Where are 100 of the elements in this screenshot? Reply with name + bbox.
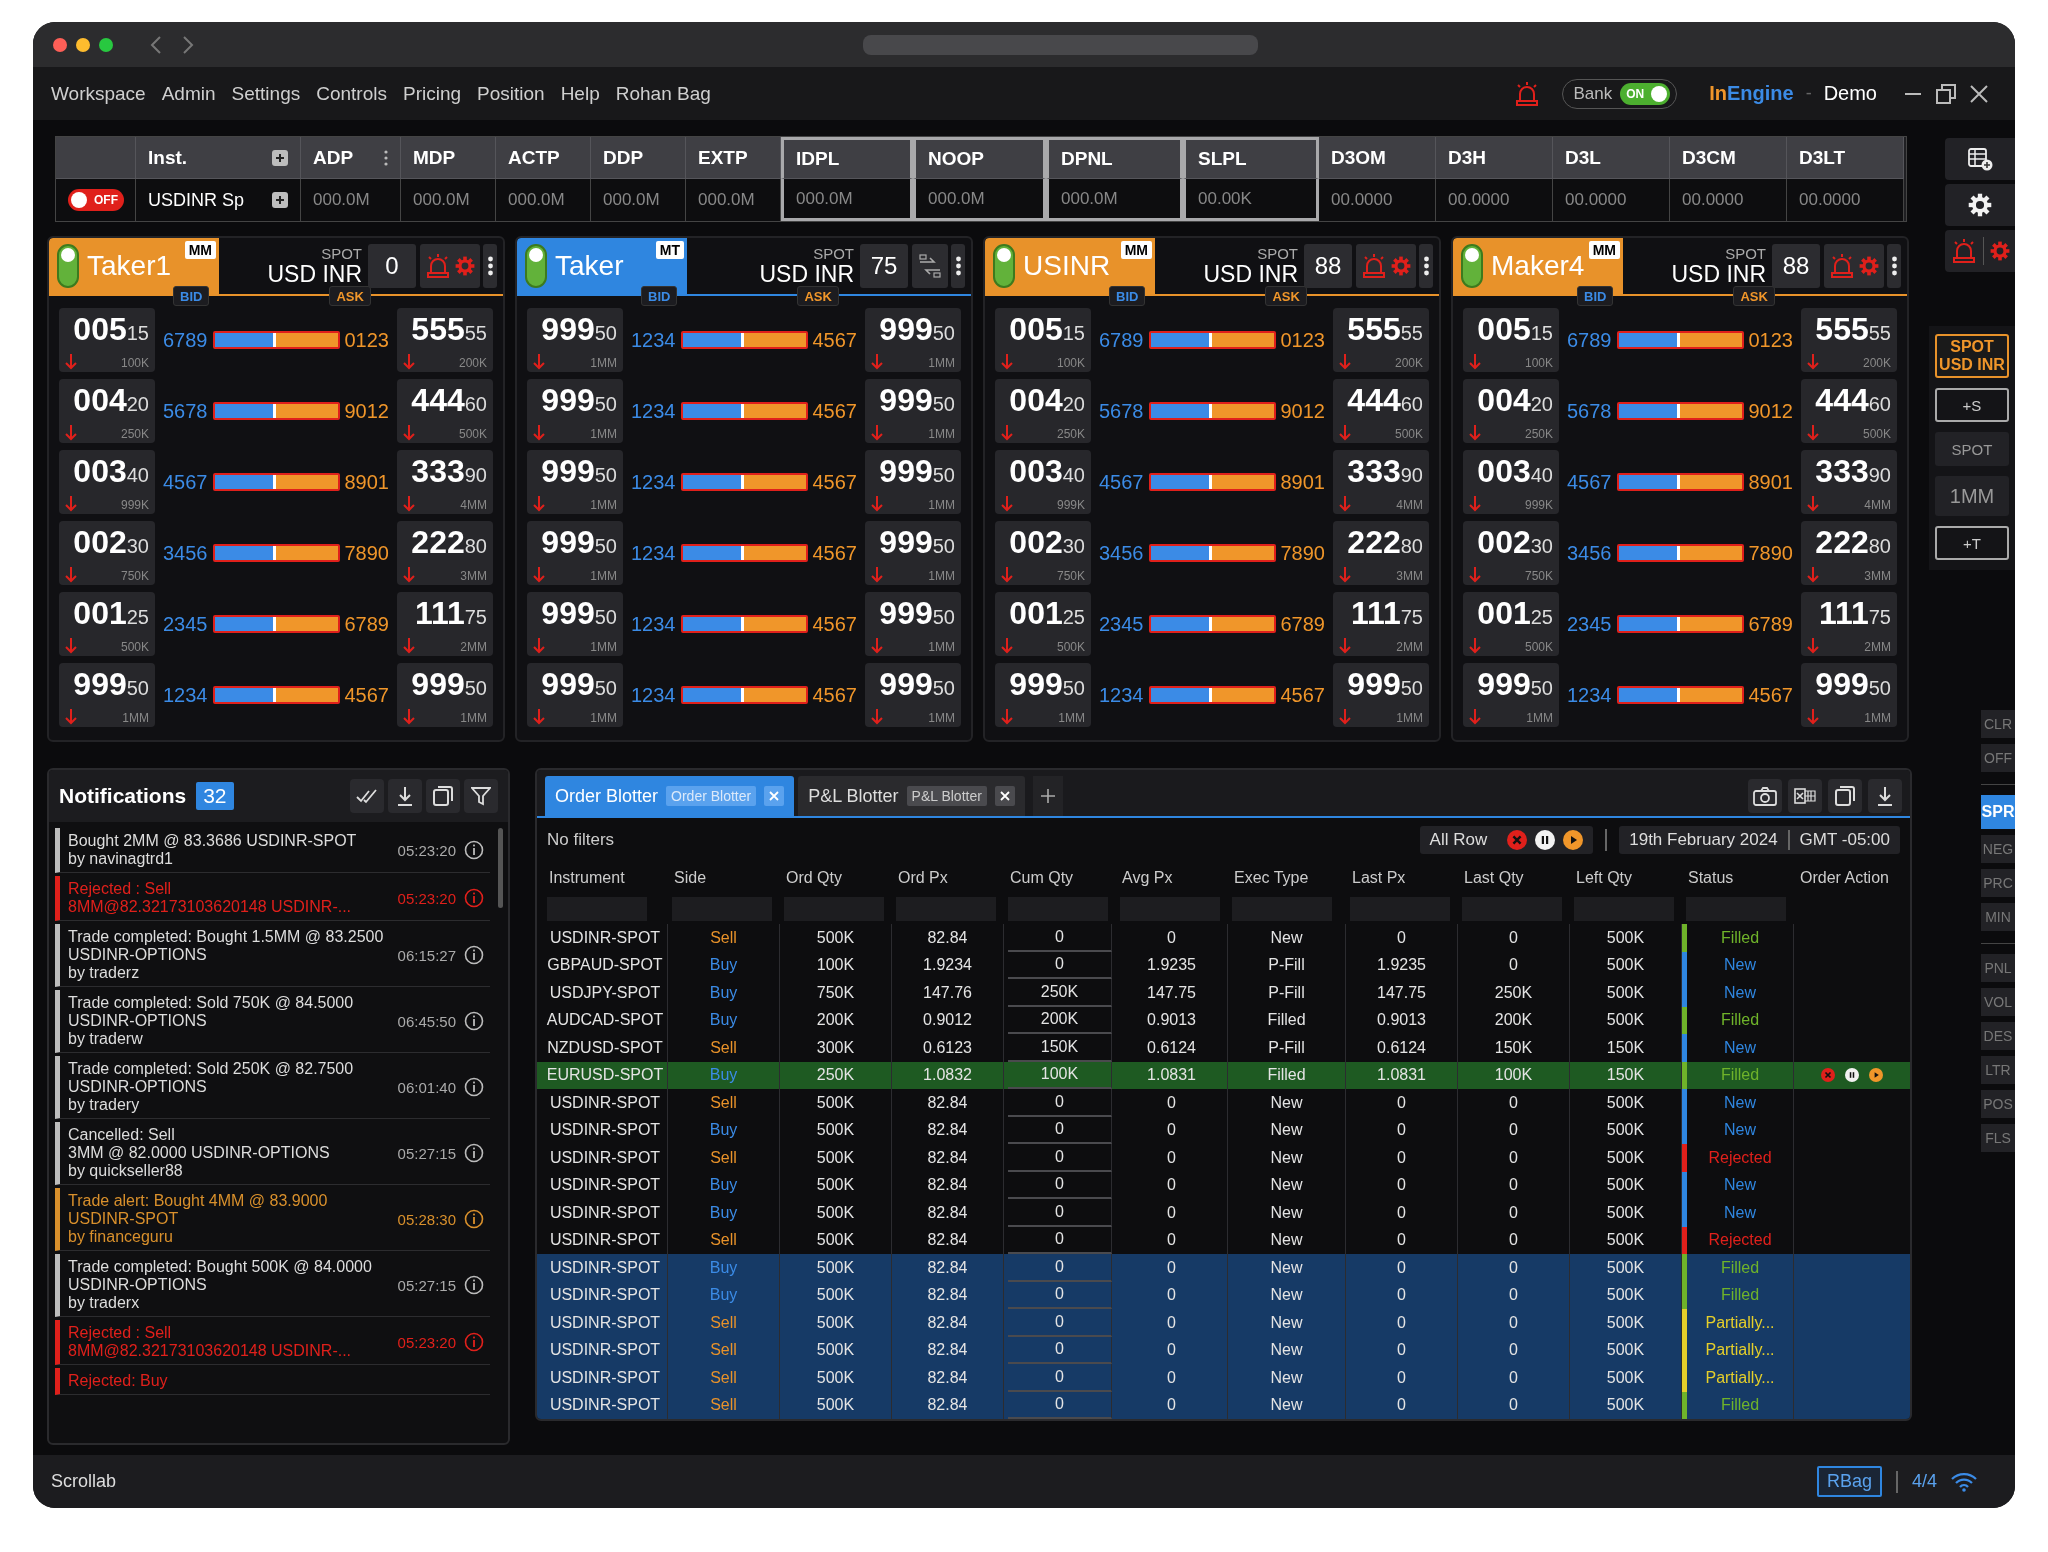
quote-card[interactable]: 11175 2MM <box>397 592 493 656</box>
info-icon[interactable] <box>464 1143 484 1163</box>
notification-item[interactable]: Rejected : Sell 8MM@82.32173103620148 USDINR-... 05:23:20 <box>55 1320 490 1365</box>
column-header[interactable]: ACTP <box>496 137 591 179</box>
more-button[interactable] <box>1887 244 1901 288</box>
notification-item[interactable]: Cancelled: Sell 3MM @ 82.0000 USDINR-OPTIONS by quickseller88 05:27:15 <box>55 1122 490 1185</box>
info-icon[interactable] <box>464 840 484 860</box>
quantity-field[interactable]: 75 <box>860 244 908 288</box>
forward-icon[interactable] <box>182 34 194 55</box>
column-header[interactable]: D3OM <box>1319 137 1436 179</box>
play-icon[interactable] <box>1563 830 1584 850</box>
pause-icon[interactable] <box>1535 830 1556 850</box>
notification-item[interactable]: Rejected : Sell 8MM@82.32173103620148 USDINR-... 05:23:20 <box>55 876 490 921</box>
table-row[interactable]: USDINR-SPOT Sell 500K 82.84 0 0 New 0 0 500K Rejected <box>537 1144 1910 1172</box>
settings-button[interactable] <box>1945 184 2015 226</box>
quote-card[interactable]: 99950 1MM <box>865 663 961 727</box>
side-button[interactable]: NEG <box>1981 835 2015 863</box>
quote-card[interactable]: 99950 1MM <box>397 663 493 727</box>
table-row[interactable]: USDINR-SPOT Buy 500K 82.84 0 0 New 0 0 500K Filled <box>537 1281 1910 1309</box>
table-row[interactable]: USDINR-SPOT Buy 500K 82.84 0 0 New 0 0 500K Filled <box>537 1254 1910 1282</box>
info-icon[interactable] <box>464 1275 484 1295</box>
menu-item[interactable]: Controls <box>308 82 395 105</box>
quantity-field[interactable]: 88 <box>1304 244 1352 288</box>
table-row[interactable]: GBPAUD-SPOT Buy 100K 1.9234 0 1.9235 P-Fill 1.9235 0 500K New <box>537 951 1910 979</box>
add-icon[interactable] <box>272 149 288 166</box>
quote-card[interactable]: 00230 750K <box>59 521 155 585</box>
column-header[interactable]: ADP <box>301 137 401 179</box>
quote-card[interactable]: 55555 200K <box>1333 308 1429 372</box>
cancel-icon[interactable] <box>1821 1068 1835 1083</box>
side-button[interactable]: SPR <box>1981 795 2015 829</box>
table-row[interactable]: USDINR-SPOT Sell 500K 82.84 0 0 New 0 0 500K Filled <box>537 924 1910 952</box>
side-button[interactable]: VOL <box>1981 988 2015 1016</box>
quote-card[interactable]: 99950 1MM <box>527 521 623 585</box>
minimize-button[interactable] <box>76 37 90 52</box>
menu-item[interactable]: Help <box>552 82 608 105</box>
quote-card[interactable]: 99950 1MM <box>865 521 961 585</box>
notification-item[interactable]: Rejected: Buy <box>55 1368 490 1395</box>
quote-card[interactable]: 00125 500K <box>995 592 1091 656</box>
quote-card[interactable]: 33390 4MM <box>1801 450 1897 514</box>
quote-card[interactable]: 44460 500K <box>1801 379 1897 443</box>
filter-button[interactable] <box>464 779 498 813</box>
table-row[interactable]: USDINR-SPOT Sell 500K 82.84 0 0 New 0 0 500K Partially... <box>537 1309 1910 1337</box>
menu-item[interactable]: Position <box>469 82 553 105</box>
table-row[interactable]: USDINR-SPOT Buy 500K 82.84 0 0 New 0 0 500K New <box>537 1171 1910 1199</box>
row-mode-control[interactable]: All Row <box>1419 826 1594 854</box>
mark-read-button[interactable] <box>350 779 384 813</box>
column-header[interactable]: IDPL <box>781 137 913 179</box>
add-tab-button[interactable] <box>1032 776 1063 816</box>
add-icon[interactable] <box>272 192 288 208</box>
close-icon[interactable] <box>1969 83 1989 104</box>
quote-card[interactable]: 99950 1MM <box>1463 663 1559 727</box>
screenshot-button[interactable] <box>1748 779 1782 813</box>
notification-item[interactable]: Trade alert: Bought 4MM @ 83.9000 USDINR-SPOT by financeguru 05:28:30 <box>55 1188 490 1251</box>
column-header[interactable]: DDP <box>591 137 686 179</box>
quote-card[interactable]: 99950 1MM <box>527 663 623 727</box>
quote-card[interactable]: 33390 4MM <box>1333 450 1429 514</box>
quote-card[interactable]: 99950 1MM <box>995 663 1091 727</box>
export-button[interactable] <box>1788 779 1822 813</box>
restore-icon[interactable] <box>1935 82 1957 105</box>
quote-card[interactable]: 00515 100K <box>1463 308 1559 372</box>
table-row[interactable]: USDINR-SPOT Buy 500K 82.84 0 0 New 0 0 500K New <box>537 1116 1910 1144</box>
quote-card[interactable]: 55555 200K <box>397 308 493 372</box>
quote-card[interactable]: 99950 1MM <box>865 308 961 372</box>
side-button[interactable]: POS <box>1981 1090 2015 1118</box>
quote-card[interactable]: 00230 750K <box>1463 521 1559 585</box>
quote-card[interactable]: 00340 999K <box>1463 450 1559 514</box>
quote-card[interactable]: 55555 200K <box>1801 308 1897 372</box>
quantity-field[interactable]: 0 <box>368 244 416 288</box>
user-badge[interactable]: RBag <box>1816 1466 1882 1497</box>
play-icon[interactable] <box>1869 1068 1883 1083</box>
column-header[interactable]: D3CM <box>1670 137 1787 179</box>
quote-card[interactable]: 99950 1MM <box>527 450 623 514</box>
toggle-switch[interactable]: OFF <box>68 189 124 211</box>
quote-card[interactable]: 00420 250K <box>995 379 1091 443</box>
info-icon[interactable] <box>464 1011 484 1031</box>
copy-button[interactable] <box>1828 779 1862 813</box>
side-button[interactable]: OFF <box>1981 744 2015 772</box>
table-row[interactable]: USDINR-SPOT Sell 500K 82.84 0 0 New 0 0 500K Filled <box>537 1391 1910 1419</box>
column-header[interactable]: NOOP <box>913 137 1046 179</box>
notification-item[interactable]: Trade completed: Sold 750K @ 84.5000 USDINR-OPTIONS by traderw 06:45:50 <box>55 990 490 1053</box>
column-header[interactable]: D3H <box>1436 137 1553 179</box>
table-row[interactable]: USDJPY-SPOT Buy 750K 147.76 250K 147.75 P-Fill 147.75 250K 500K New <box>537 979 1910 1007</box>
side-button[interactable]: FLS <box>1981 1124 2015 1152</box>
side-button[interactable]: MIN <box>1981 903 2015 931</box>
column-header[interactable]: EXTP <box>686 137 781 179</box>
action-button[interactable]: 1MM <box>1935 476 2009 516</box>
table-row[interactable]: EURUSD-SPOT Buy 250K 1.0832 100K 1.0831 Filled 1.0831 100K 150K Filled <box>537 1061 1910 1089</box>
quote-card[interactable]: 22280 3MM <box>397 521 493 585</box>
notification-item[interactable]: Trade completed: Bought 500K @ 84.0000 USDINR-OPTIONS by traderx 05:27:15 <box>55 1254 490 1317</box>
menu-item[interactable]: Workspace <box>43 82 154 105</box>
info-icon[interactable] <box>464 1209 484 1229</box>
quote-card[interactable]: 00420 250K <box>1463 379 1559 443</box>
quote-card[interactable]: 99950 1MM <box>527 379 623 443</box>
cancel-icon[interactable] <box>1507 830 1528 850</box>
quote-card[interactable]: 00420 250K <box>59 379 155 443</box>
download-button[interactable] <box>388 779 422 813</box>
more-button[interactable] <box>951 244 965 288</box>
quote-card[interactable]: 99950 1MM <box>865 592 961 656</box>
info-icon[interactable] <box>464 1077 484 1097</box>
action-button[interactable]: SPOT <box>1935 432 2009 466</box>
